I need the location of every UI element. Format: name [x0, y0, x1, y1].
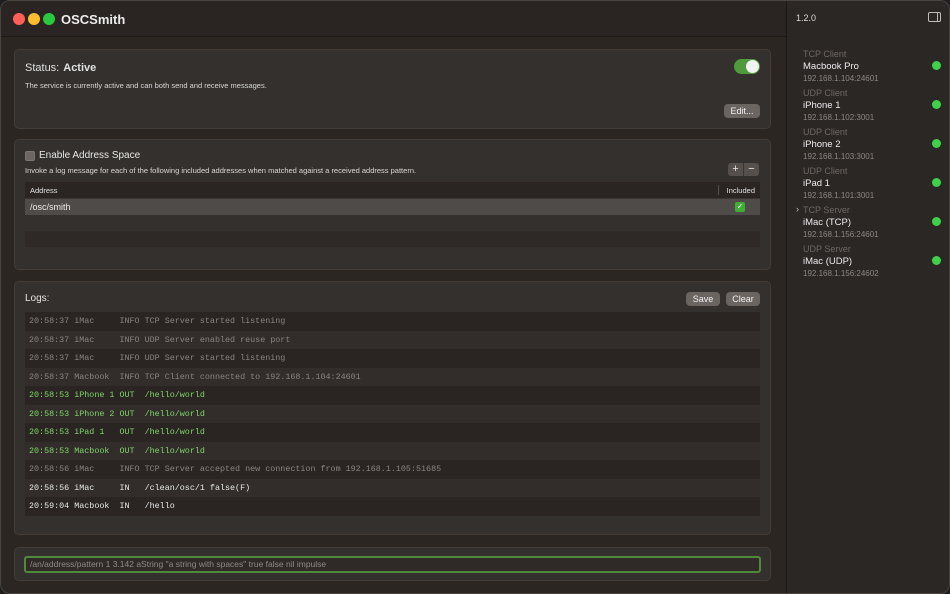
status-description: The service is currently active and can … — [25, 81, 267, 90]
title-bar: OSCSmith — [1, 1, 786, 37]
log-entry: 20:58:56 iMac INFO TCP Server accepted n… — [25, 460, 760, 479]
minimize-window-button[interactable] — [28, 13, 40, 25]
empty-row — [25, 231, 760, 247]
log-entry: 20:58:37 Macbook INFO TCP Client connect… — [25, 367, 760, 386]
main-area: OSCSmith Status: Active The service is cu… — [1, 1, 786, 593]
connection-item-iphone-1[interactable]: UDP Client iPhone 1 192.168.1.102:3001 — [787, 88, 949, 127]
log-entry: 20:58:37 iMac INFO UDP Server enabled re… — [25, 330, 760, 349]
sidebar-toggle-icon[interactable] — [928, 12, 941, 22]
connection-type: TCP Client — [803, 49, 847, 59]
status-dot-icon — [932, 217, 941, 226]
command-input[interactable]: /an/address/pattern 1 3.142 aString "a s… — [24, 556, 761, 573]
log-entry: 20:58:56 iMac IN /clean/osc/1 false(F) — [25, 478, 760, 497]
version-label: 1.2.0 — [796, 13, 817, 23]
save-logs-button[interactable]: Save — [686, 292, 720, 306]
enable-address-space-checkbox[interactable] — [25, 151, 35, 161]
log-entry: 20:58:53 iPad 1 OUT /hello/world — [25, 423, 760, 442]
connection-item-iphone-2[interactable]: UDP Client iPhone 2 192.168.1.103:3001 — [787, 127, 949, 166]
log-list[interactable]: 20:58:37 iMac INFO TCP Server started li… — [25, 312, 760, 516]
connection-name: iPhone 2 — [803, 139, 841, 150]
remove-address-button[interactable]: − — [744, 163, 759, 176]
connection-name: iPad 1 — [803, 178, 830, 189]
connection-address: 192.168.1.102:3001 — [803, 113, 875, 122]
logs-panel: Logs: Save Clear 20:58:37 iMac INFO TCP … — [14, 281, 771, 535]
status-panel: Status: Active The service is currently a… — [14, 49, 771, 129]
service-toggle[interactable] — [734, 59, 760, 74]
connection-type: UDP Client — [803, 88, 848, 98]
table-row[interactable]: /osc/smith ✓ — [25, 199, 760, 215]
connection-item-imac-udp[interactable]: UDP Server iMac (UDP) 192.168.1.156:2460… — [787, 244, 949, 283]
connection-item-ipad-1[interactable]: UDP Client iPad 1 192.168.1.101:3001 — [787, 166, 949, 205]
log-entry: 20:58:37 iMac INFO UDP Server started li… — [25, 349, 760, 368]
column-divider — [718, 185, 719, 195]
zoom-window-button[interactable] — [43, 13, 55, 25]
connection-address: 192.168.1.103:3001 — [803, 152, 875, 161]
toggle-knob — [746, 60, 759, 73]
status-label: Status: — [25, 62, 60, 74]
clear-logs-button[interactable]: Clear — [726, 292, 760, 306]
close-window-button[interactable] — [13, 13, 25, 25]
connection-name: iPhone 1 — [803, 100, 841, 111]
add-address-button[interactable]: + — [728, 163, 743, 176]
connection-address: 192.168.1.156:24601 — [803, 230, 879, 239]
empty-row — [25, 215, 760, 231]
connection-address: 192.168.1.101:3001 — [803, 191, 875, 200]
log-entry: 20:58:53 Macbook OUT /hello/world — [25, 441, 760, 460]
log-entry: 20:59:04 Macbook IN /hello — [25, 497, 760, 516]
connection-type: UDP Server — [803, 244, 851, 254]
address-cell: /osc/smith — [30, 202, 71, 212]
connection-name: iMac (TCP) — [803, 217, 852, 228]
status-dot-icon — [932, 256, 941, 265]
chevron-right-icon: › — [796, 204, 799, 214]
connection-type: TCP Server — [803, 205, 850, 215]
log-entry: 20:58:53 iPhone 1 OUT /hello/world — [25, 386, 760, 405]
add-remove-control: + − — [728, 163, 759, 176]
address-space-description: Invoke a log message for each of the fol… — [25, 166, 417, 175]
connection-type: UDP Client — [803, 166, 848, 176]
logs-title: Logs: — [25, 293, 50, 304]
included-checkbox[interactable]: ✓ — [735, 202, 745, 212]
status-line: Status: Active — [25, 62, 96, 74]
app-window: OSCSmith Status: Active The service is cu… — [0, 0, 950, 594]
address-table-header: Address Included — [25, 182, 760, 199]
connection-type: UDP Client — [803, 127, 848, 137]
log-entry: 20:58:53 iPhone 2 OUT /hello/world — [25, 404, 760, 423]
app-title: OSCSmith — [61, 12, 126, 27]
status-dot-icon — [932, 61, 941, 70]
edit-button[interactable]: Edit... — [724, 104, 760, 118]
column-header-address[interactable]: Address — [30, 186, 58, 195]
connection-name: Macbook Pro — [803, 61, 859, 72]
connection-name: iMac (UDP) — [803, 256, 853, 267]
status-dot-icon — [932, 178, 941, 187]
connection-address: 192.168.1.104:24601 — [803, 74, 879, 83]
connections-sidebar: 1.2.0 TCP Client Macbook Pro 192.168.1.1… — [786, 1, 949, 593]
connection-address: 192.168.1.156:24602 — [803, 269, 879, 278]
connection-item-macbook-pro[interactable]: TCP Client Macbook Pro 192.168.1.104:246… — [787, 49, 949, 88]
address-space-panel: Enable Address Space Invoke a log messag… — [14, 139, 771, 270]
status-value: Active — [63, 62, 97, 74]
address-space-title: Enable Address Space — [39, 150, 141, 161]
address-table: Address Included /osc/smith ✓ — [25, 182, 760, 250]
status-dot-icon — [932, 139, 941, 148]
status-dot-icon — [932, 100, 941, 109]
column-header-included[interactable]: Included — [727, 186, 755, 195]
log-entry: 20:58:37 iMac INFO TCP Server started li… — [25, 312, 760, 331]
connection-item-imac-tcp[interactable]: › TCP Server iMac (TCP) 192.168.1.156:24… — [787, 204, 949, 244]
command-bar: /an/address/pattern 1 3.142 aString "a s… — [14, 547, 771, 581]
